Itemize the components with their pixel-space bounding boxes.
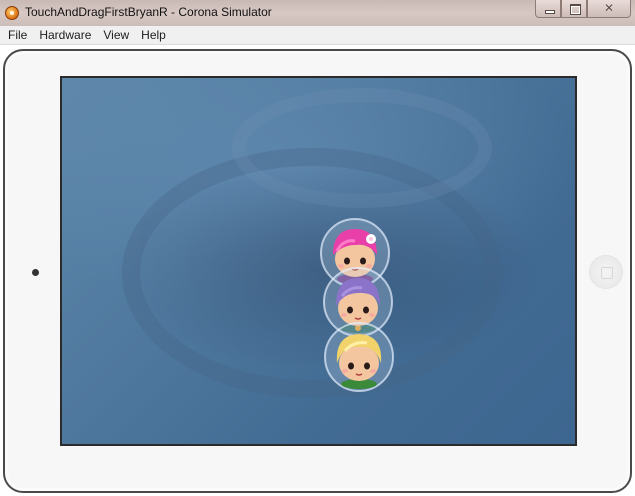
camera-icon	[32, 269, 39, 276]
menu-bar: File Hardware View Help	[0, 26, 635, 45]
simulator-client-area	[0, 45, 635, 496]
character-blonde-hair[interactable]	[323, 321, 395, 393]
device-frame	[3, 49, 632, 493]
menu-view[interactable]: View	[97, 26, 135, 45]
background-swirl	[232, 88, 492, 208]
close-button[interactable]: ✕	[587, 0, 631, 18]
close-icon: ✕	[603, 1, 615, 15]
minimize-button[interactable]	[535, 0, 561, 18]
menu-hardware[interactable]: Hardware	[33, 26, 97, 45]
menu-help[interactable]: Help	[135, 26, 172, 45]
maximize-button[interactable]	[561, 0, 587, 18]
window-controls: ✕	[535, 0, 631, 18]
window-title: TouchAndDragFirstBryanR - Corona Simulat…	[25, 5, 272, 19]
menu-file[interactable]: File	[2, 26, 33, 45]
window-title-bar[interactable]: TouchAndDragFirstBryanR - Corona Simulat…	[0, 0, 635, 26]
device-screen[interactable]	[60, 76, 577, 446]
corona-app-icon	[5, 6, 19, 20]
home-button[interactable]	[589, 255, 623, 289]
